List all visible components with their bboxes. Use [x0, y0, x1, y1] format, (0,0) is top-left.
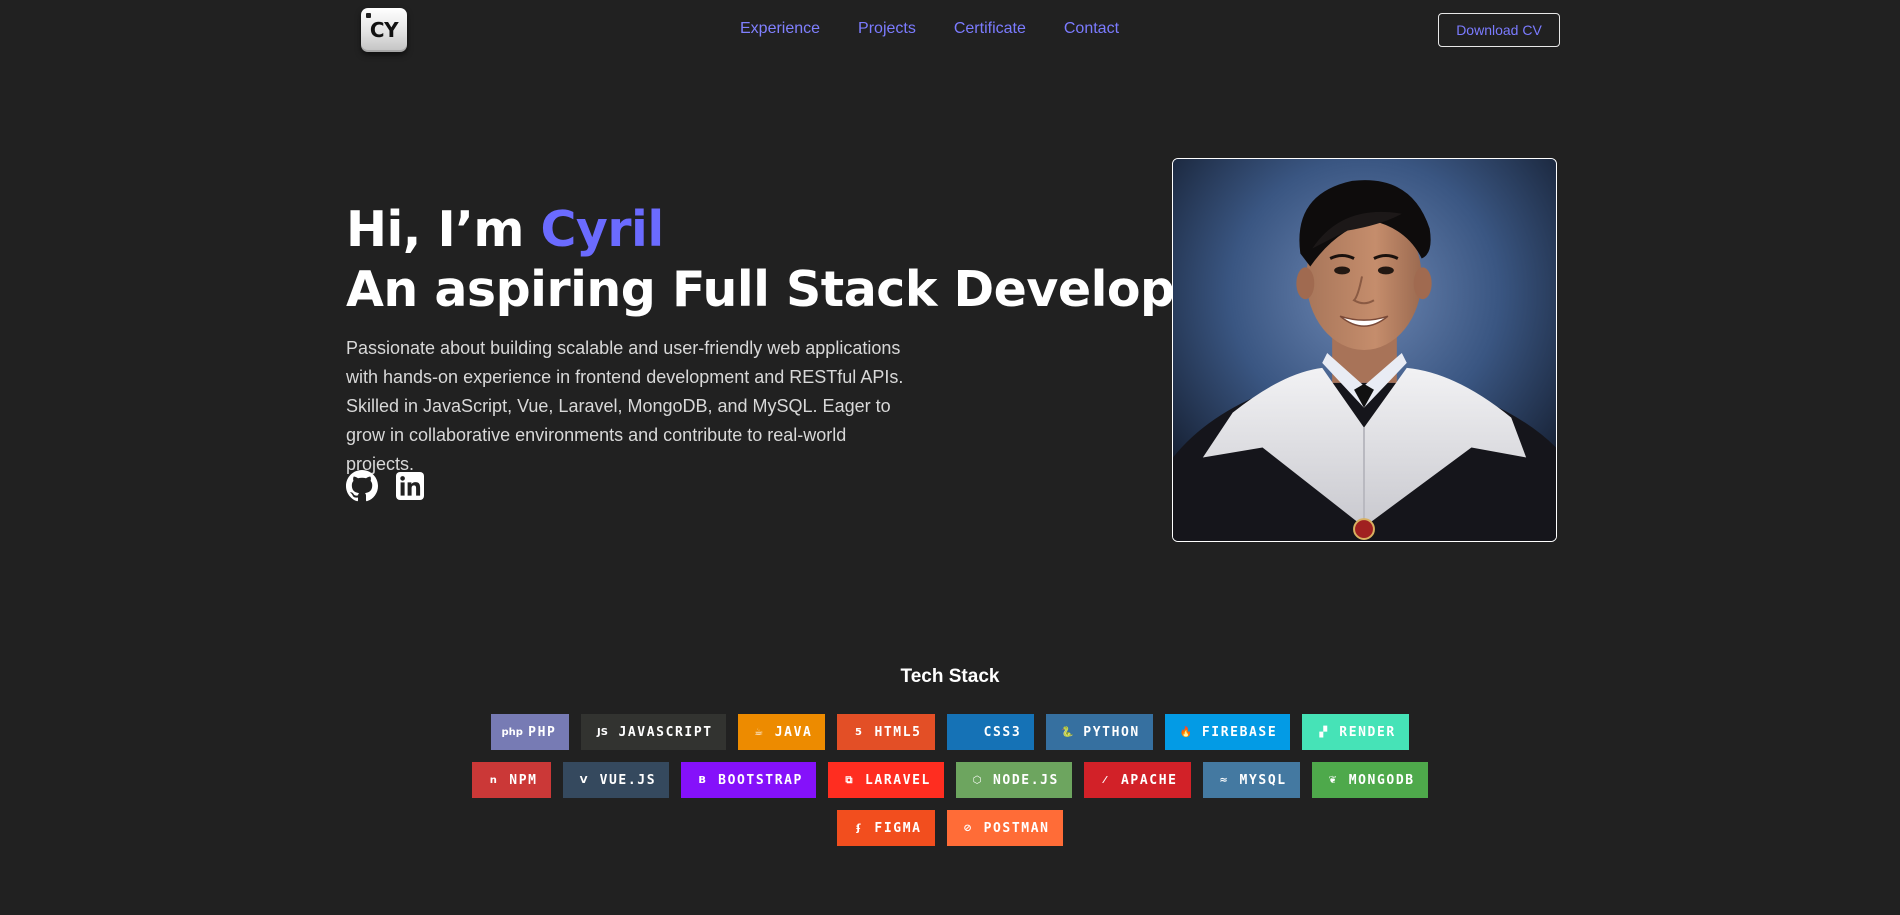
tech-badge-laravel: ⧉ LARAVEL — [827, 762, 944, 798]
tech-badge-label: FIGMA — [874, 820, 922, 836]
html5-icon: 5 — [854, 726, 862, 738]
tech-badge-mysql: ≈ MYSQL — [1202, 762, 1300, 798]
top-navbar: CY Experience Projects Certificate Conta… — [0, 0, 1900, 62]
figma-icon: ʄ — [856, 822, 861, 834]
tech-badge-firebase: 🔥 FIREBASE — [1164, 714, 1291, 750]
site-logo[interactable]: CY — [361, 8, 407, 52]
tech-badge-label: VUE.JS — [599, 772, 657, 788]
tech-badges-row-1: php PHP JS JAVASCRIPT ☕ JAVA 5 HTML5 CSS3 🐍 PYTHON… — [0, 714, 1900, 750]
tech-badge-mongodb: ❦ MONGODB — [1311, 762, 1428, 798]
nav-link-contact[interactable]: Contact — [1064, 20, 1119, 38]
javascript-icon: JS — [596, 726, 608, 738]
download-cv-button[interactable]: Download CV — [1438, 13, 1560, 47]
tech-badge-bootstrap: B BOOTSTRAP — [681, 762, 816, 798]
php-icon: php — [501, 726, 523, 738]
apache-icon: ⁄ — [1104, 774, 1106, 786]
hero-heading: Hi, I’m Cyril An aspiring Full Stack Dev… — [346, 200, 1232, 320]
tech-badge-label: RENDER — [1339, 724, 1396, 740]
tech-badge-label: JAVA — [774, 724, 813, 740]
tech-badge-figma: ʄ FIGMA — [837, 810, 935, 846]
tech-badge-label: PYTHON — [1083, 724, 1140, 740]
github-icon[interactable] — [346, 470, 378, 502]
tech-badge-python: 🐍 PYTHON — [1046, 714, 1153, 750]
tech-badge-css3: CSS3 — [946, 714, 1035, 750]
firebase-icon: 🔥 — [1179, 726, 1193, 738]
tech-badge-vuejs: V VUE.JS — [562, 762, 670, 798]
hero-role: An aspiring Full Stack Developer — [346, 261, 1232, 318]
tech-badge-label: JAVASCRIPT — [618, 724, 713, 740]
tech-badge-label: BOOTSTRAP — [718, 772, 803, 788]
tech-badge-apache: ⁄ APACHE — [1083, 762, 1191, 798]
social-links — [346, 470, 426, 502]
profile-photo-illustration — [1173, 159, 1556, 541]
tech-badge-label: MYSQL — [1239, 772, 1287, 788]
tech-badge-nodejs: ⬡ NODE.JS — [955, 762, 1072, 798]
tech-badge-label: FIREBASE — [1201, 724, 1278, 740]
tech-badge-label: PHP — [528, 724, 557, 740]
bootstrap-icon: B — [698, 774, 706, 786]
tech-badge-java: ☕ JAVA — [737, 714, 826, 750]
laravel-icon: ⧉ — [845, 774, 853, 786]
hero-description: Passionate about building scalable and u… — [346, 338, 904, 474]
python-icon: 🐍 — [1061, 726, 1074, 738]
nav-link-certificate[interactable]: Certificate — [954, 20, 1026, 38]
postman-icon: ⊘ — [963, 822, 972, 834]
java-icon: ☕ — [754, 726, 764, 738]
tech-badge-label: MONGODB — [1348, 772, 1415, 788]
tech-badge-postman: ⊘ POSTMAN — [946, 810, 1063, 846]
tech-badge-html5: 5 HTML5 — [837, 714, 935, 750]
tech-stack-title: Tech Stack — [900, 666, 1000, 687]
tech-badge-label: NPM — [509, 772, 538, 788]
mongodb-icon: ❦ — [1328, 774, 1337, 786]
mysql-icon: ≈ — [1219, 774, 1228, 786]
nav-link-experience[interactable]: Experience — [740, 20, 820, 38]
nav-link-projects[interactable]: Projects — [858, 20, 916, 38]
profile-photo — [1172, 158, 1557, 542]
tech-badge-render: ▞ RENDER — [1302, 714, 1409, 750]
tech-badge-php: php PHP — [491, 714, 570, 750]
tech-badge-label: LARAVEL — [864, 772, 931, 788]
vue-icon: V — [579, 774, 588, 786]
tech-badge-label: CSS3 — [983, 724, 1022, 740]
tech-badge-label: HTML5 — [874, 724, 922, 740]
tech-badges-row-3: ʄ FIGMA ⊘ POSTMAN — [0, 810, 1900, 846]
tech-badge-label: APACHE — [1120, 772, 1178, 788]
tech-badges-row-2: n NPM V VUE.JS B BOOTSTRAP ⧉ LARAVEL ⬡ NODE.JS ⁄ AP… — [0, 762, 1900, 798]
tech-badge-javascript: JS JAVASCRIPT — [581, 714, 726, 750]
npm-icon: n — [489, 774, 497, 786]
hero-name: Cyril — [540, 201, 664, 258]
nodejs-icon: ⬡ — [972, 774, 982, 786]
hero-greeting: Hi, I’m — [346, 201, 541, 258]
render-icon: ▞ — [1319, 726, 1328, 738]
logo-text: CY — [369, 18, 399, 42]
tech-badge-label: NODE.JS — [992, 772, 1059, 788]
linkedin-icon[interactable] — [394, 470, 426, 502]
tech-badge-label: POSTMAN — [983, 820, 1050, 836]
nav-links: Experience Projects Certificate Contact — [740, 20, 1119, 38]
tech-badge-npm: n NPM — [472, 762, 551, 798]
css3-icon — [960, 724, 976, 740]
